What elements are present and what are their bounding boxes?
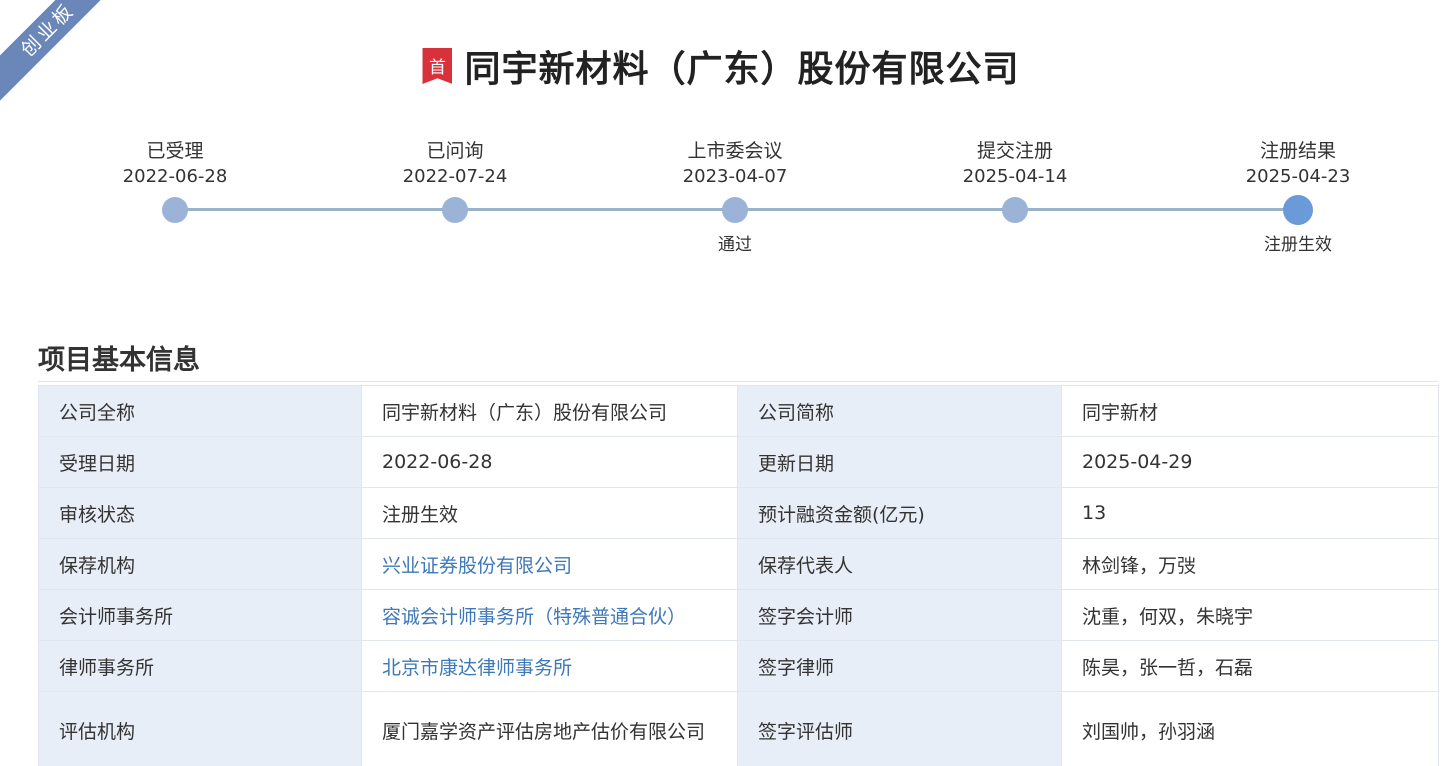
step-dot[interactable]	[1002, 197, 1028, 223]
field-label: 审核状态	[38, 487, 362, 539]
section-divider	[38, 381, 1438, 382]
table-row: 审核状态 注册生效 预计融资金额(亿元) 13	[38, 487, 1439, 539]
step-label: 上市委会议	[687, 140, 783, 162]
progress-timeline: 已受理 2022-06-28 已问询 2022-07-24 上市委会议 2023…	[0, 138, 1442, 268]
field-label: 签字会计师	[737, 589, 1062, 641]
field-value-cell: 兴业证券股份有限公司	[361, 538, 738, 590]
field-label: 公司全称	[38, 385, 362, 437]
field-value-cell: 北京市康达律师事务所	[361, 640, 738, 692]
table-row: 受理日期 2022-06-28 更新日期 2025-04-29	[38, 436, 1439, 488]
step-date: 2022-06-28	[122, 166, 228, 187]
step-result: 通过	[718, 235, 752, 255]
field-label: 评估机构	[38, 691, 362, 766]
title-row: 首 同宇新材料（广东）股份有限公司	[0, 40, 1442, 92]
field-value: 沈重，何双，朱晓宇	[1061, 589, 1439, 641]
step-date: 2025-04-23	[1245, 166, 1351, 187]
field-value: 厦门嘉学资产评估房地产估价有限公司	[361, 691, 738, 766]
accounting-firm-link[interactable]: 容诚会计师事务所（特殊普通合伙）	[382, 606, 686, 628]
timeline-step-accepted: 已受理 2022-06-28	[75, 138, 275, 223]
field-label: 保荐机构	[38, 538, 362, 590]
step-label: 提交注册	[976, 140, 1053, 162]
step-dot[interactable]	[442, 197, 468, 223]
page: 创业板 首 同宇新材料（广东）股份有限公司 已受理 2022-06-28 已问询…	[0, 0, 1442, 766]
step-dot[interactable]	[722, 197, 748, 223]
table-row: 保荐机构 兴业证券股份有限公司 保荐代表人 林剑锋，万弢	[38, 538, 1439, 590]
field-value: 刘国帅，孙羽涵	[1061, 691, 1439, 766]
law-firm-link[interactable]: 北京市康达律师事务所	[382, 657, 572, 679]
field-value: 林剑锋，万弢	[1061, 538, 1439, 590]
timeline-step-inquired: 已问询 2022-07-24	[355, 138, 555, 223]
step-result: 注册生效	[1264, 235, 1332, 255]
field-value: 2025-04-29	[1061, 436, 1439, 488]
field-label: 受理日期	[38, 436, 362, 488]
table-row: 会计师事务所 容诚会计师事务所（特殊普通合伙） 签字会计师 沈重，何双，朱晓宇	[38, 589, 1439, 641]
field-label: 预计融资金额(亿元)	[737, 487, 1062, 539]
field-label: 会计师事务所	[38, 589, 362, 641]
field-label: 签字律师	[737, 640, 1062, 692]
step-date: 2025-04-14	[962, 166, 1068, 187]
field-value: 13	[1061, 487, 1439, 539]
first-ipo-badge: 首	[422, 48, 453, 84]
page-title: 同宇新材料（广东）股份有限公司	[464, 49, 1020, 90]
field-value: 注册生效	[361, 487, 738, 539]
field-value: 同宇新材	[1061, 385, 1439, 437]
table-row: 律师事务所 北京市康达律师事务所 签字律师 陈昊，张一哲，石磊	[38, 640, 1439, 692]
table-row: 公司全称 同宇新材料（广东）股份有限公司 公司简称 同宇新材	[38, 385, 1439, 437]
field-value: 2022-06-28	[361, 436, 738, 488]
step-date: 2022-07-24	[402, 166, 508, 187]
field-label: 保荐代表人	[737, 538, 1062, 590]
step-dot[interactable]	[162, 197, 188, 223]
step-date: 2023-04-07	[682, 166, 788, 187]
title-inner: 首 同宇新材料（广东）股份有限公司	[422, 40, 1019, 92]
section-title: 项目基本信息	[38, 345, 200, 376]
step-dot-active[interactable]	[1283, 195, 1313, 225]
field-value: 同宇新材料（广东）股份有限公司	[361, 385, 738, 437]
step-label: 注册结果	[1259, 140, 1336, 162]
timeline-step-registration-result: 注册结果 2025-04-23 注册生效	[1198, 138, 1398, 255]
field-value: 陈昊，张一哲，石磊	[1061, 640, 1439, 692]
project-info-table: 公司全称 同宇新材料（广东）股份有限公司 公司简称 同宇新材 受理日期 2022…	[38, 385, 1439, 766]
step-label: 已受理	[146, 140, 204, 162]
table-row: 评估机构 厦门嘉学资产评估房地产估价有限公司 签字评估师 刘国帅，孙羽涵	[38, 691, 1439, 766]
timeline-step-listing-committee: 上市委会议 2023-04-07 通过	[635, 138, 835, 255]
sponsor-link[interactable]: 兴业证券股份有限公司	[382, 555, 572, 577]
field-label: 签字评估师	[737, 691, 1062, 766]
timeline-step-submitted-registration: 提交注册 2025-04-14	[915, 138, 1115, 223]
step-label: 已问询	[426, 140, 484, 162]
field-label: 更新日期	[737, 436, 1062, 488]
field-value-cell: 容诚会计师事务所（特殊普通合伙）	[361, 589, 738, 641]
field-label: 公司简称	[737, 385, 1062, 437]
field-label: 律师事务所	[38, 640, 362, 692]
